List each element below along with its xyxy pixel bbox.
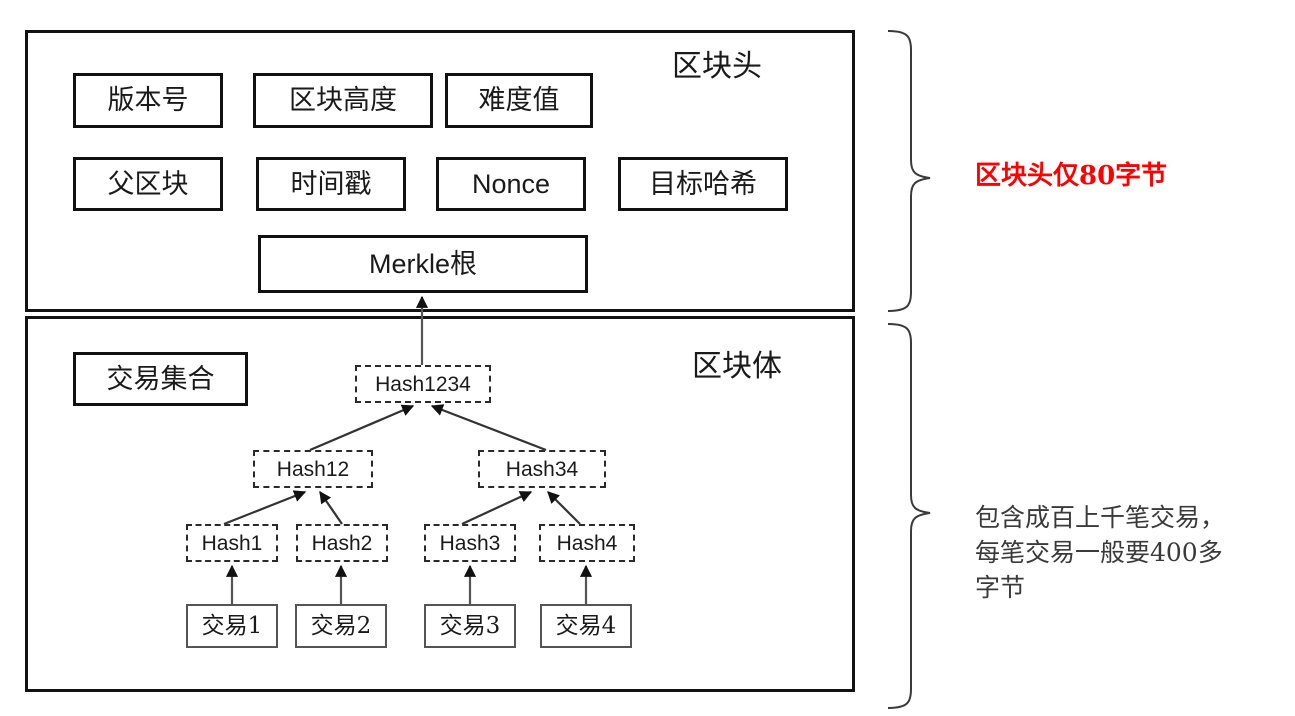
hash-node-1234: Hash1234	[355, 365, 491, 403]
field-parent-block: 父区块	[73, 157, 223, 211]
hash-node-1: Hash1	[186, 524, 278, 562]
annotation-header-size: 区块头仅80字节	[975, 161, 1168, 191]
hash-node-12: Hash12	[253, 450, 373, 488]
hash-node-3: Hash3	[424, 524, 516, 562]
diagram-canvas: 区块头 版本号 区块高度 难度值 父区块 时间戳 Nonce 目标哈希 Merk…	[0, 0, 1295, 716]
transaction-box-1: 交易1	[186, 604, 278, 648]
transaction-box-3: 交易3	[424, 604, 516, 648]
brace-block-body	[887, 323, 931, 709]
brace-block-header	[887, 30, 931, 312]
transaction-box-2: 交易2	[295, 604, 387, 648]
field-timestamp: 时间戳	[256, 157, 406, 211]
hash-node-34: Hash34	[478, 450, 606, 488]
field-block-height: 区块高度	[253, 73, 433, 128]
hash-node-4: Hash4	[539, 524, 635, 562]
transaction-set-label: 交易集合	[73, 352, 248, 406]
block-body-caption: 区块体	[692, 349, 782, 384]
hash-node-2: Hash2	[296, 524, 388, 562]
field-version-number: 版本号	[73, 73, 223, 128]
field-nonce: Nonce	[436, 157, 586, 211]
transaction-box-4: 交易4	[540, 604, 632, 648]
block-header-caption: 区块头	[672, 49, 762, 84]
field-merkle-root: Merkle根	[258, 235, 588, 293]
field-target-hash: 目标哈希	[618, 157, 788, 211]
annotation-body-size: 包含成百上千笔交易， 每笔交易一般要400多 字节	[975, 503, 1226, 602]
field-difficulty: 难度值	[445, 73, 593, 128]
